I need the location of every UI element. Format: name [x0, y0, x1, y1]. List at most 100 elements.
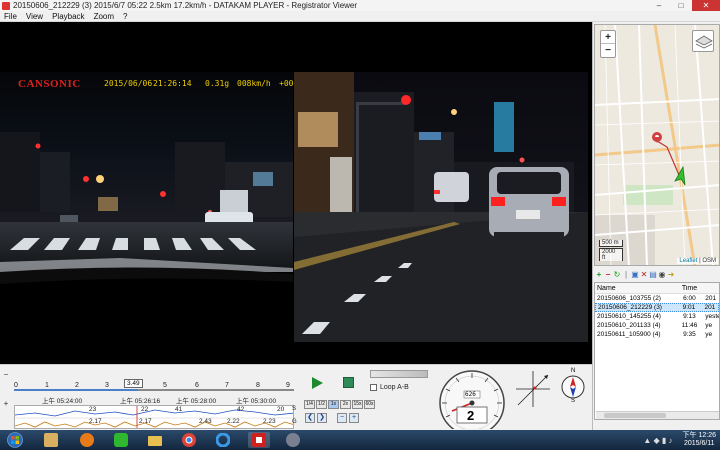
snapshot-icon[interactable]: ◉	[658, 270, 666, 279]
time-label: 上午 05:26:16	[120, 398, 161, 405]
line-app-icon[interactable]	[110, 432, 132, 448]
start-button[interactable]	[4, 432, 26, 448]
file-time: 6:00	[683, 295, 696, 302]
volume-slider[interactable]	[370, 370, 428, 378]
chrome-icon[interactable]	[178, 432, 200, 448]
map-zoom-in-button[interactable]: +	[601, 31, 615, 44]
info-app-icon[interactable]	[76, 432, 98, 448]
file-list[interactable]: Name Time 20150606_103755 (2) 6:00 201 2…	[594, 282, 720, 420]
rear-camera-view[interactable]	[294, 72, 588, 342]
file-list-scrollbar[interactable]	[596, 411, 719, 419]
datakam-player-taskbar-icon[interactable]	[248, 432, 270, 448]
list-item[interactable]: 20150610_145255 (4) 9:13 yeste	[595, 312, 719, 321]
time-label: 上午 05:30:00	[236, 398, 277, 405]
zoom-video-in-icon[interactable]: +	[349, 413, 359, 423]
media-app-icon[interactable]	[40, 432, 62, 448]
copy-icon[interactable]: ▣	[631, 270, 639, 279]
menu-playback[interactable]: Playback	[52, 12, 84, 21]
file-extra: 201	[704, 304, 716, 311]
speedometer: 626 2	[432, 367, 512, 436]
scale-metric: 500 m	[599, 240, 623, 247]
file-extra: ye	[705, 331, 713, 338]
map-tiles	[595, 25, 719, 265]
file-name: 20150606_212229 (3)	[598, 304, 662, 311]
add-file-icon[interactable]: +	[595, 270, 603, 279]
file-extra: yeste	[705, 313, 719, 320]
file-extra: 201	[705, 295, 717, 302]
timeline-panel[interactable]: − + 0 1 2 3 5 6 7 8 9 3.49 上午 05:24:00 上…	[4, 369, 297, 429]
clock[interactable]: 下午 12:26 2015/6/11	[679, 432, 720, 448]
map-zoom-controls: + −	[600, 30, 616, 58]
system-tray: ▲ ◆ ▮ ♪ 下午 12:26 2015/6/11	[643, 430, 720, 450]
menu-help[interactable]: ?	[123, 12, 127, 21]
timeline-zoom-in-button[interactable]: +	[2, 400, 10, 408]
menu-bar: File View Playback Zoom ?	[0, 11, 720, 22]
loop-ab-toggle[interactable]: Loop A-B	[370, 384, 409, 391]
timeline-scrubber[interactable]	[14, 379, 294, 391]
file-name: 20150611_105900 (4)	[597, 331, 661, 338]
internet-explorer-icon[interactable]	[212, 432, 234, 448]
export-icon[interactable]: ➜	[667, 270, 675, 279]
speed-60x-button[interactable]: 60x	[364, 400, 375, 409]
col-name-header[interactable]: Name	[595, 285, 674, 292]
speed-1x-button[interactable]: 1x	[328, 400, 339, 409]
play-button[interactable]	[312, 377, 323, 389]
close-button[interactable]: ✕	[692, 0, 720, 11]
file-time: 11:46	[681, 322, 698, 329]
menu-file[interactable]: File	[4, 12, 17, 21]
title-bar: 20150606_212229 (3) 2015/6/7 05:22 2.5km…	[0, 0, 720, 11]
tray-icons[interactable]: ▲ ◆ ▮ ♪	[643, 436, 672, 445]
overlay-gforce: 0.31g	[205, 79, 230, 88]
timeline-zoom-out-button[interactable]: −	[2, 371, 10, 379]
file-toolbar: + − ↻ | ▣ ✕ ▤ ◉ ➜	[595, 269, 719, 280]
speed-15x-button[interactable]: 15x	[352, 400, 363, 409]
delete-icon[interactable]: ✕	[640, 270, 648, 279]
zoom-video-out-icon[interactable]: −	[337, 413, 347, 423]
speed-2x-button[interactable]: 2x	[340, 400, 351, 409]
frame-nav: ❮ ❯ − +	[305, 413, 359, 423]
overlay-date: 2015/06/06	[104, 79, 153, 88]
list-item-selected[interactable]: 20150606_212229 (3) 9:01 201	[595, 303, 719, 312]
menu-view[interactable]: View	[26, 12, 43, 21]
save-icon[interactable]: ▤	[649, 270, 657, 279]
map-zoom-out-button[interactable]: −	[601, 44, 615, 57]
loop-ab-checkbox[interactable]	[370, 384, 377, 391]
list-item[interactable]: 20150610_201133 (4) 11:46 ye	[595, 321, 719, 330]
clock-date: 2015/6/11	[683, 440, 715, 447]
time-label: 上午 05:28:00	[176, 398, 217, 405]
file-explorer-icon[interactable]	[144, 432, 166, 448]
app-icon-extra[interactable]	[282, 432, 304, 448]
minimize-button[interactable]: –	[648, 0, 670, 11]
graph-speed-label: 20	[277, 406, 285, 413]
speed-g-graph[interactable]: 23 22 41 42 20 2.17 2.17 2.43 2.22 2.23	[14, 405, 294, 429]
maximize-button[interactable]: □	[670, 0, 692, 11]
refresh-icon[interactable]: ↻	[613, 270, 621, 279]
compass-south: S	[571, 398, 576, 404]
video-area[interactable]: CANSONIC 2015/06/06 21:26:14 0.31g 008km…	[0, 22, 588, 364]
list-item[interactable]: 20150606_103755 (2) 6:00 201	[595, 294, 719, 303]
scrollbar-thumb[interactable]	[604, 413, 666, 418]
map-layers-icon[interactable]	[692, 30, 714, 52]
speed-quarter-button[interactable]: 1/4	[304, 400, 315, 409]
compass-north: N	[571, 368, 576, 374]
taskbar: ▲ ◆ ▮ ♪ 下午 12:26 2015/6/11	[0, 430, 720, 450]
osm-link[interactable]: OSM	[702, 258, 716, 264]
front-camera-view[interactable]	[0, 22, 293, 364]
gps-map[interactable]: + − 500 m 2000 ft Leaflet | OSM	[594, 24, 720, 266]
leaflet-link[interactable]: Leaflet	[679, 258, 697, 264]
stop-button[interactable]	[343, 377, 354, 388]
menu-zoom[interactable]: Zoom	[94, 12, 114, 21]
previous-file-icon[interactable]: ❮	[305, 413, 315, 423]
graph-speed-label: 42	[237, 406, 245, 413]
graph-lines	[15, 406, 293, 428]
col-time-header[interactable]: Time	[674, 285, 705, 292]
remove-file-icon[interactable]: −	[604, 270, 612, 279]
file-time: 9:35	[683, 331, 696, 338]
speed-value: 2	[467, 408, 475, 423]
speed-half-button[interactable]: 1/2	[316, 400, 327, 409]
graph-row-g: G	[292, 419, 297, 425]
next-file-icon[interactable]: ❯	[317, 413, 327, 423]
clock-time: 下午 12:26	[682, 432, 716, 439]
list-item[interactable]: 20150611_105900 (4) 9:35 ye	[595, 330, 719, 339]
timeline-cursor-value[interactable]: 3.49	[124, 379, 143, 388]
